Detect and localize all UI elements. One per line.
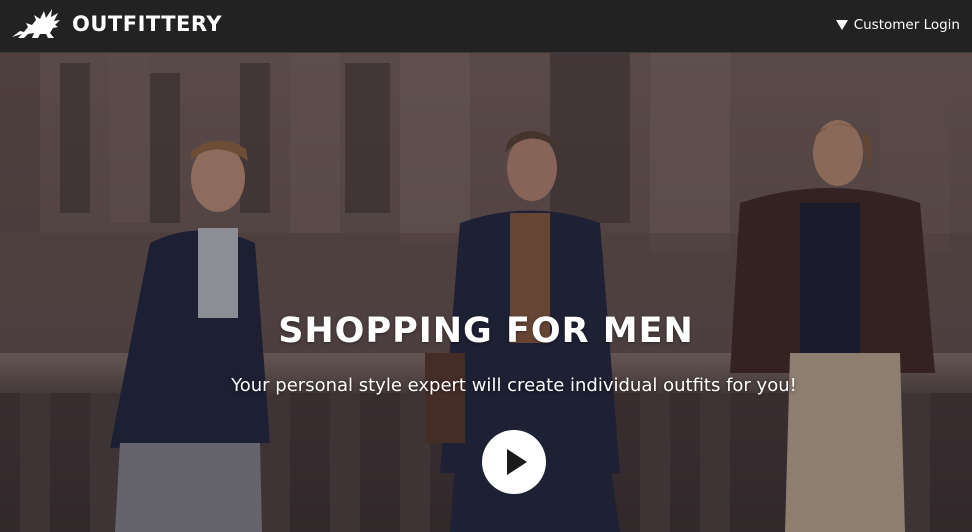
- hero-section: SHOPPING FOR MEN Your personal style exp…: [0, 53, 972, 532]
- play-icon: [507, 449, 527, 475]
- brand-logo-link[interactable]: OUTFITTERY: [10, 5, 222, 43]
- griffin-logo-icon: [10, 7, 66, 41]
- triangle-down-icon: [835, 20, 848, 30]
- play-video-button[interactable]: [482, 430, 546, 494]
- customer-login-label: Customer Login: [853, 17, 960, 33]
- customer-login-button[interactable]: Customer Login: [835, 17, 960, 33]
- brand-name: OUTFITTERY: [72, 12, 223, 36]
- top-navigation-bar: OUTFITTERY Customer Login: [0, 0, 972, 53]
- hero-headline: SHOPPING FOR MEN: [278, 311, 694, 351]
- hero-subline: Your personal style expert will create i…: [231, 375, 797, 396]
